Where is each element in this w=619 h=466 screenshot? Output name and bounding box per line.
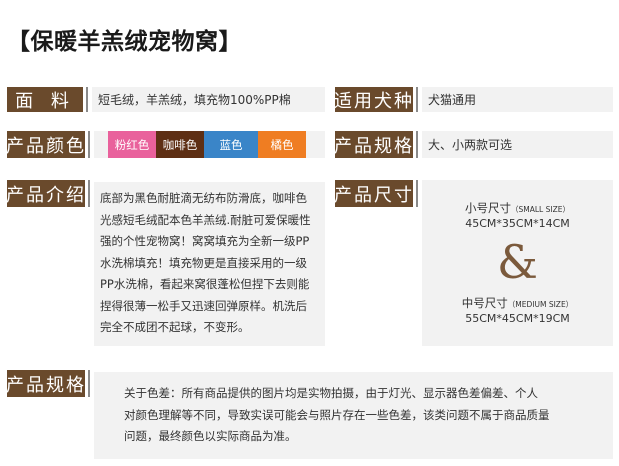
colors-box: 粉红色 咖啡色 蓝色 橘色 xyxy=(94,131,325,158)
color-swatch-coffee: 咖啡色 xyxy=(156,131,204,158)
intro-line: 强的个性宠物窝！窝窝填充为全新一级PP xyxy=(100,234,310,248)
divider xyxy=(416,131,418,158)
fabric-value: 短毛绒，羊羔绒，填充物100%PP棉 xyxy=(92,87,325,112)
note-line: 问题，最终颜色以实际商品为准。 xyxy=(124,429,297,443)
fabric-label: 面 料 xyxy=(7,87,83,112)
colors-label: 产品颜色 xyxy=(6,131,85,158)
note-line: 对颜色理解等不同，导致实误可能会与照片存在一些色差，该类问题不属于商品质量 xyxy=(124,407,550,422)
intro-line: PP水洗棉，看起来窝很蓬松但捏下去则能 xyxy=(100,277,310,291)
color-swatch-orange: 橘色 xyxy=(258,131,306,158)
specs-value: 大、小两款可选 xyxy=(422,131,613,158)
intro-line: 水洗棉填充！填充物更是直接采用的一级 xyxy=(100,255,307,270)
divider xyxy=(88,370,90,397)
medium-size-dims: 55CM*45CM*19CM xyxy=(465,312,570,325)
divider xyxy=(416,87,418,112)
note-label: 产品规格 xyxy=(6,370,85,397)
small-size-title: 小号尺寸 xyxy=(465,201,512,215)
intro-line: 光感短毛绒配本色羊羔绒.耐脏可爱保暖性 xyxy=(100,212,311,227)
medium-size-tag: （MEDIUM SIZE） xyxy=(507,300,574,309)
size-box: 小号尺寸（SMALL SIZE） 45CM*35CM*14CM & 中号尺寸（M… xyxy=(422,180,613,346)
medium-size-title: 中号尺寸 xyxy=(461,296,508,310)
suitable-value: 犬猫通用 xyxy=(422,87,613,112)
suitable-label: 适用犬种 xyxy=(334,87,413,112)
divider xyxy=(88,180,90,207)
small-size-heading: 小号尺寸（SMALL SIZE） xyxy=(422,200,613,216)
divider xyxy=(416,180,418,207)
intro-label: 产品介绍 xyxy=(6,180,85,207)
color-swatch-blue: 蓝色 xyxy=(204,131,258,158)
medium-size-heading: 中号尺寸（MEDIUM SIZE） xyxy=(422,295,613,311)
color-swatch-pink: 粉红色 xyxy=(108,131,156,158)
ampersand: & xyxy=(497,235,538,289)
size-label: 产品尺寸 xyxy=(334,180,413,207)
specs-label: 产品规格 xyxy=(334,131,413,158)
small-size-tag: （SMALL SIZE） xyxy=(511,205,570,214)
intro-text: 底部为黑色耐脏滴无纺布防滑底，咖啡色 光感短毛绒配本色羊羔绒.耐脏可爱保暖性 强… xyxy=(94,182,325,346)
divider xyxy=(86,87,88,112)
intro-line: 捏得很薄一松手又迅速回弹原样。机洗后 xyxy=(100,298,307,313)
note-text: 关于色差：所有商品提供的图片均是实物拍摄，由于灯光、显示器色差偏差、个人 对颜色… xyxy=(94,372,613,459)
small-size-dims: 45CM*35CM*14CM xyxy=(465,217,570,230)
note-line: 关于色差：所有商品提供的图片均是实物拍摄，由于灯光、显示器色差偏差、个人 xyxy=(124,386,538,400)
intro-line: 完全不成团不起球，不变形。 xyxy=(100,320,250,334)
divider xyxy=(88,131,90,158)
intro-line: 底部为黑色耐脏滴无纺布防滑底，咖啡色 xyxy=(100,191,307,205)
page-title: 【保暖羊羔绒宠物窝】 xyxy=(7,29,242,55)
